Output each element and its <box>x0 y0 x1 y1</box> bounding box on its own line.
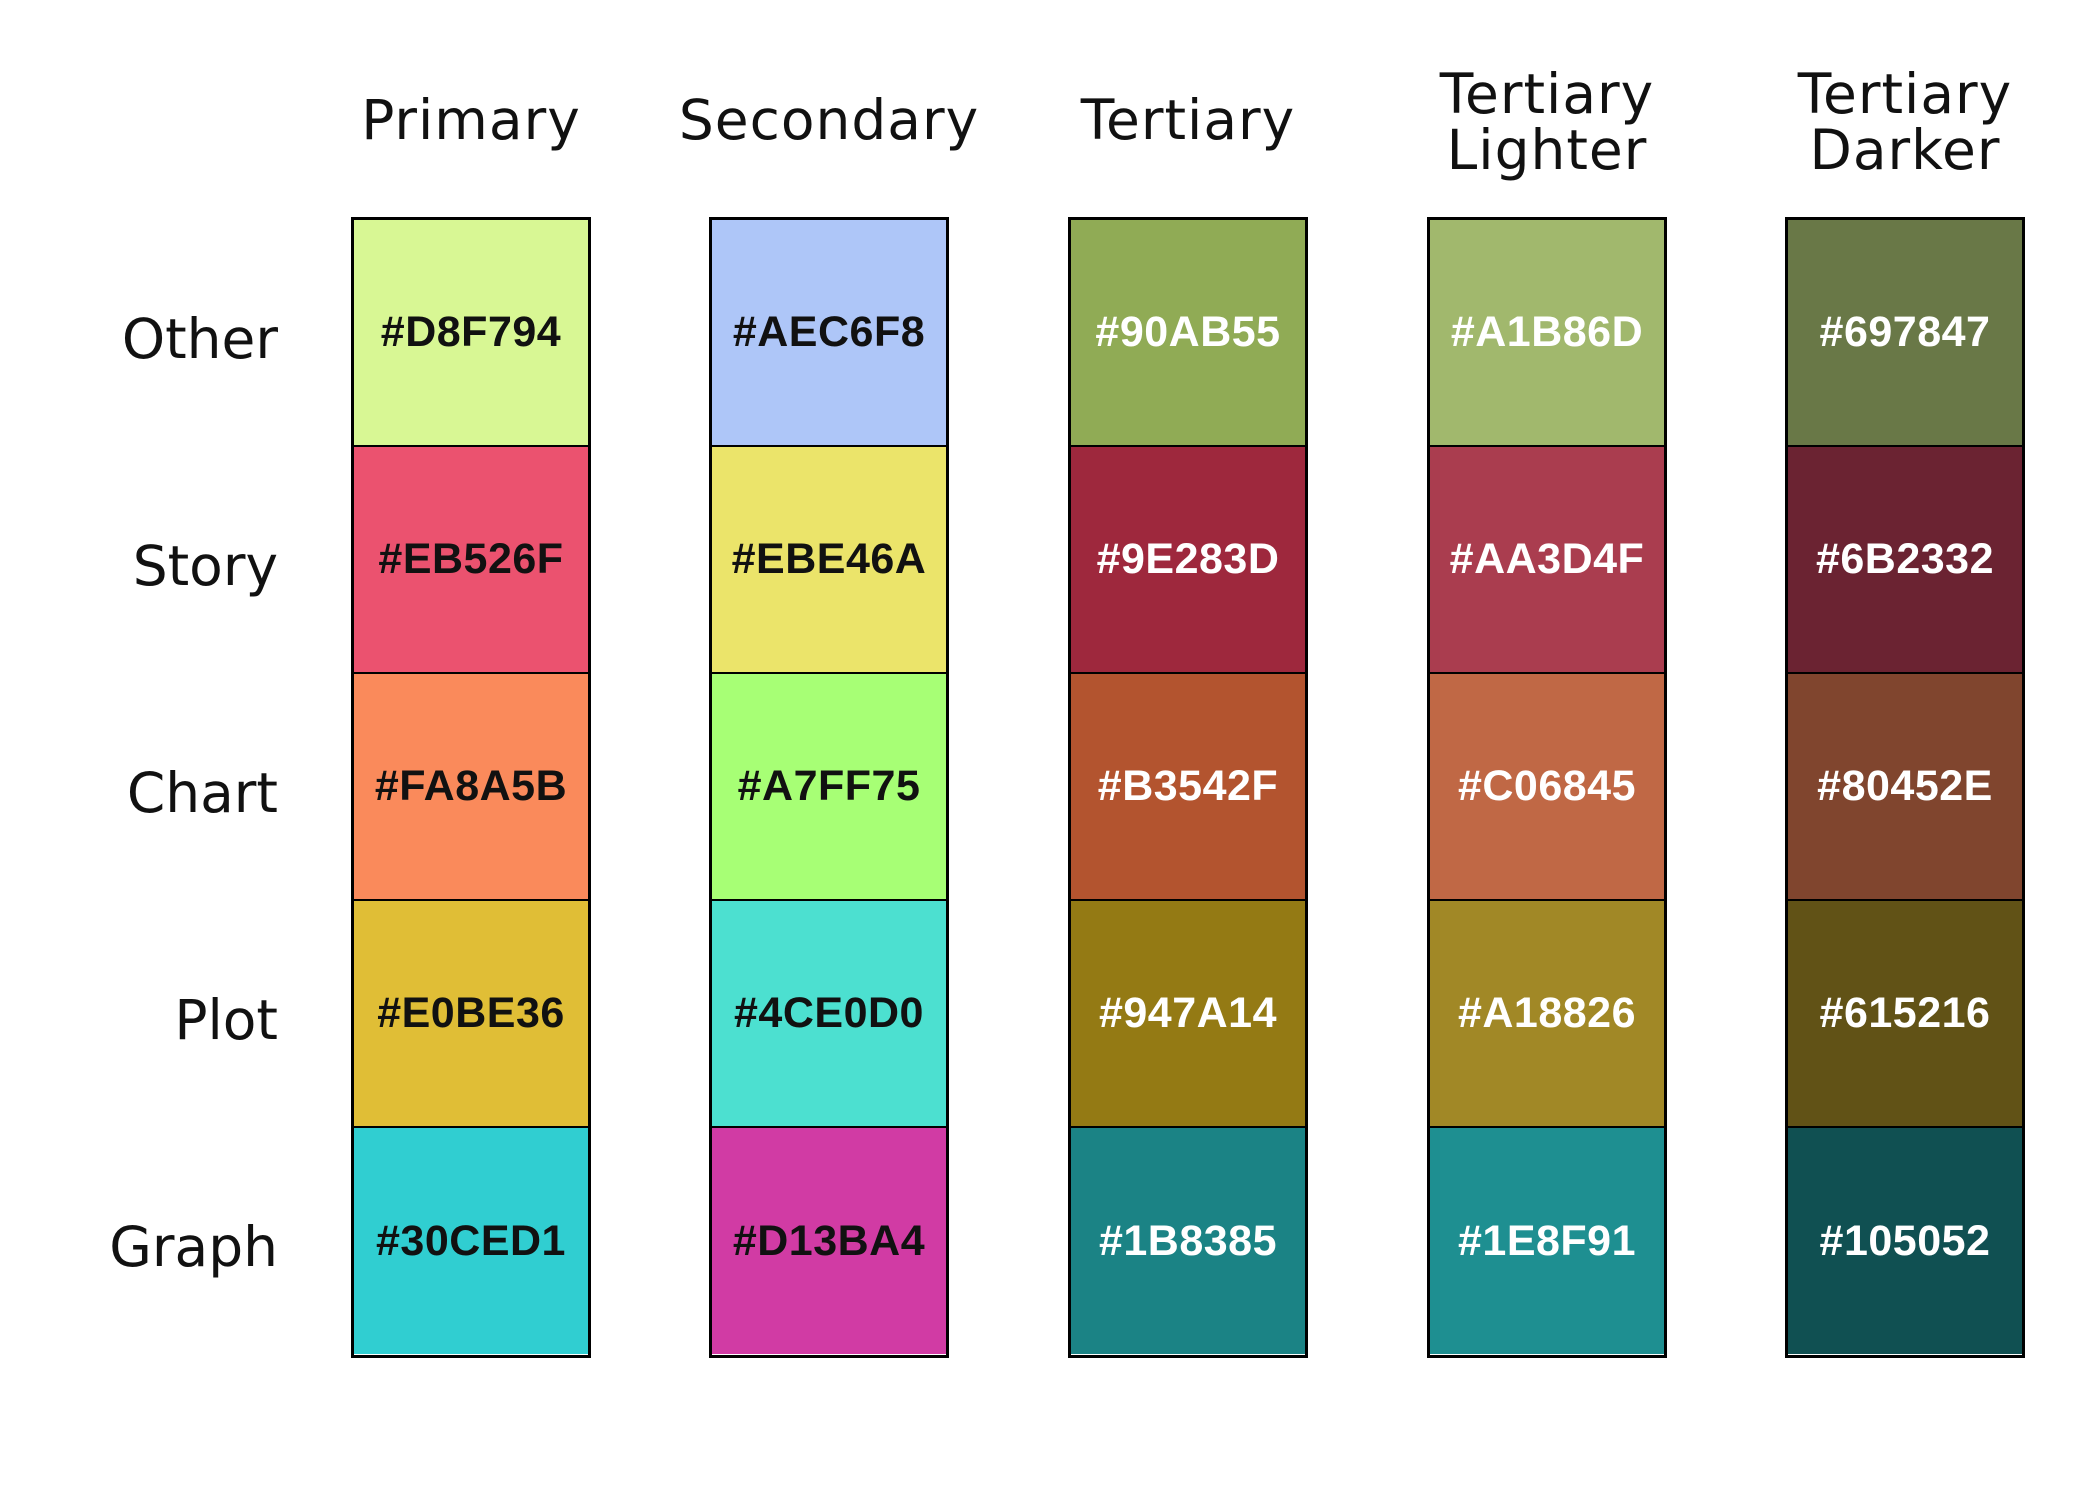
row-label-graph: Graph <box>109 1215 278 1279</box>
color-swatch-graph: #1B8385 <box>1071 1128 1305 1354</box>
hex-code-label: #1E8F91 <box>1457 1216 1637 1265</box>
color-swatch-plot: #4CE0D0 <box>712 901 946 1128</box>
hex-code-label: #1B8385 <box>1098 1216 1278 1265</box>
color-swatch-other: #697847 <box>1788 220 2022 447</box>
hex-code-label: #AA3D4F <box>1449 535 1645 583</box>
color-swatch-graph: #1E8F91 <box>1430 1128 1664 1354</box>
row-label-chart: Chart <box>126 761 278 825</box>
color-swatch-chart: #A7FF75 <box>712 674 946 901</box>
swatch-column-tertiary: #90AB55 #9E283D #B3542F #947A14 #1B8385 <box>1068 217 1308 1358</box>
swatch-column-primary: #D8F794 #EB526F #FA8A5B #E0BE36 #30CED1 <box>351 217 591 1358</box>
color-swatch-graph: #D13BA4 <box>712 1128 946 1354</box>
hex-code-label: #615216 <box>1819 989 1991 1037</box>
column-header-line: Tertiary <box>1080 88 1296 152</box>
color-swatch-chart: #C06845 <box>1430 674 1664 901</box>
hex-code-label: #80452E <box>1817 762 1993 810</box>
column-header-tertiary-darker: Tertiary Darker <box>1715 66 2095 178</box>
hex-code-label: #EBE46A <box>731 535 927 583</box>
column-header-line: Lighter <box>1446 118 1648 182</box>
column-header-line: Tertiary <box>1797 62 2013 126</box>
color-swatch-story: #9E283D <box>1071 447 1305 674</box>
color-swatch-other: #90AB55 <box>1071 220 1305 447</box>
swatch-column-secondary: #AEC6F8 #EBE46A #A7FF75 #4CE0D0 #D13BA4 <box>709 217 949 1358</box>
column-header-tertiary-lighter: Tertiary Lighter <box>1357 66 1737 178</box>
swatch-column-tertiary-darker: #697847 #6B2332 #80452E #615216 #105052 <box>1785 217 2025 1358</box>
column-header-line: Primary <box>361 88 581 152</box>
color-swatch-plot: #947A14 <box>1071 901 1305 1128</box>
hex-code-label: #105052 <box>1819 1216 1991 1265</box>
hex-code-label: #D8F794 <box>380 308 562 356</box>
color-swatch-graph: #105052 <box>1788 1128 2022 1354</box>
color-swatch-chart: #B3542F <box>1071 674 1305 901</box>
color-swatch-story: #6B2332 <box>1788 447 2022 674</box>
hex-code-label: #90AB55 <box>1095 308 1281 356</box>
color-swatch-story: #EB526F <box>354 447 588 674</box>
hex-code-label: #EB526F <box>378 535 564 583</box>
color-palette-diagram: Other Story Chart Plot Graph Primary #D8F794 #E… <box>0 0 2099 1499</box>
column-header-line: Secondary <box>678 88 980 152</box>
hex-code-label: #FA8A5B <box>374 762 568 810</box>
hex-code-label: #A1B86D <box>1450 308 1644 356</box>
color-swatch-story: #EBE46A <box>712 447 946 674</box>
column-header-line: Darker <box>1809 118 2001 182</box>
color-swatch-chart: #FA8A5B <box>354 674 588 901</box>
hex-code-label: #C06845 <box>1457 762 1637 810</box>
row-label-story: Story <box>132 534 278 598</box>
color-swatch-plot: #A18826 <box>1430 901 1664 1128</box>
hex-code-label: #4CE0D0 <box>734 989 924 1037</box>
hex-code-label: #AEC6F8 <box>732 308 926 356</box>
color-swatch-graph: #30CED1 <box>354 1128 588 1354</box>
hex-code-label: #9E283D <box>1096 535 1280 583</box>
color-swatch-story: #AA3D4F <box>1430 447 1664 674</box>
hex-code-label: #30CED1 <box>376 1216 566 1265</box>
color-swatch-chart: #80452E <box>1788 674 2022 901</box>
color-swatch-plot: #615216 <box>1788 901 2022 1128</box>
swatch-column-tertiary-lighter: #A1B86D #AA3D4F #C06845 #A18826 #1E8F91 <box>1427 217 1667 1358</box>
hex-code-label: #B3542F <box>1097 762 1279 810</box>
row-label-plot: Plot <box>174 988 278 1052</box>
row-label-other: Other <box>121 307 278 371</box>
column-header-primary: Primary <box>281 92 661 148</box>
color-swatch-other: #D8F794 <box>354 220 588 447</box>
column-header-secondary: Secondary <box>639 92 1019 148</box>
hex-code-label: #D13BA4 <box>732 1216 926 1265</box>
column-header-tertiary: Tertiary <box>998 92 1378 148</box>
color-swatch-plot: #E0BE36 <box>354 901 588 1128</box>
hex-code-label: #E0BE36 <box>377 989 565 1037</box>
hex-code-label: #A7FF75 <box>737 762 921 810</box>
hex-code-label: #947A14 <box>1098 989 1278 1037</box>
hex-code-label: #697847 <box>1819 308 1991 356</box>
column-header-line: Tertiary <box>1439 62 1655 126</box>
color-swatch-other: #AEC6F8 <box>712 220 946 447</box>
hex-code-label: #A18826 <box>1457 989 1637 1037</box>
hex-code-label: #6B2332 <box>1815 535 1995 583</box>
color-swatch-other: #A1B86D <box>1430 220 1664 447</box>
